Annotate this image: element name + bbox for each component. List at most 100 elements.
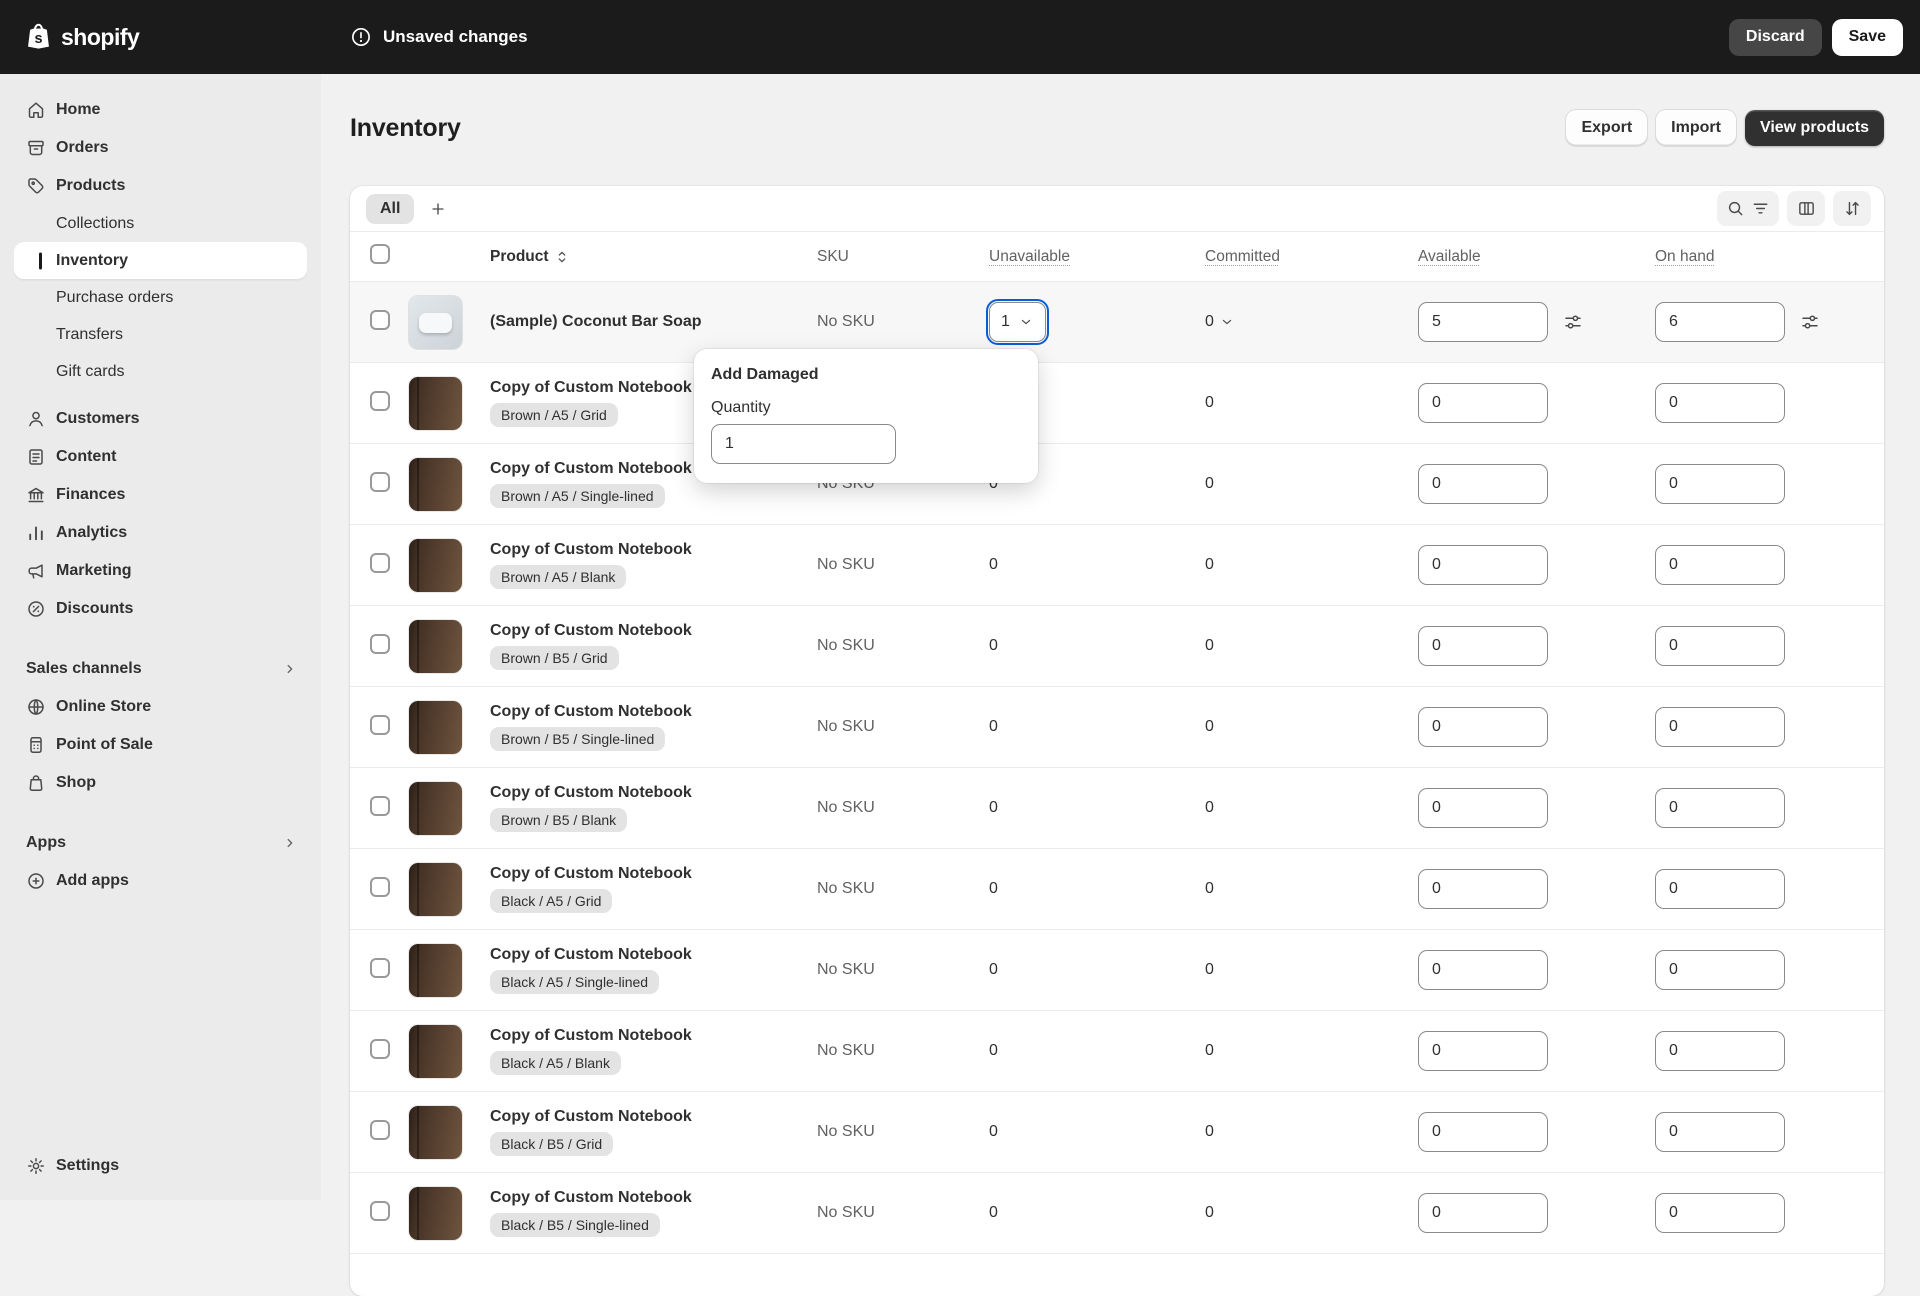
product-name-link[interactable]: Copy of Custom Notebook xyxy=(490,379,692,397)
sidebar-section-apps[interactable]: Apps xyxy=(14,824,307,862)
product-name-link[interactable]: Copy of Custom Notebook xyxy=(490,1027,692,1045)
available-input[interactable] xyxy=(1418,1031,1548,1071)
sidebar-item-gift-cards[interactable]: Gift cards xyxy=(14,353,307,390)
select-all-checkbox[interactable] xyxy=(370,244,390,264)
committed-value: 0 xyxy=(1205,394,1214,411)
row-checkbox[interactable] xyxy=(370,958,390,978)
sidebar-item-customers[interactable]: Customers xyxy=(14,400,307,438)
on-hand-input[interactable] xyxy=(1655,1193,1785,1233)
row-checkbox[interactable] xyxy=(370,634,390,654)
committed-dropdown[interactable]: 0 xyxy=(1205,313,1235,331)
column-header-committed[interactable]: Committed xyxy=(1205,248,1280,266)
sidebar-item-transfers[interactable]: Transfers xyxy=(14,316,307,353)
add-view-button[interactable] xyxy=(422,193,454,225)
sidebar-item-label: Purchase orders xyxy=(56,289,173,307)
sidebar-item-marketing[interactable]: Marketing xyxy=(14,552,307,590)
column-header-unavailable[interactable]: Unavailable xyxy=(989,248,1070,266)
adjust-quantity-button[interactable] xyxy=(1800,312,1820,332)
available-input[interactable] xyxy=(1418,626,1548,666)
product-name-link[interactable]: Copy of Custom Notebook xyxy=(490,865,692,883)
view-products-button[interactable]: View products xyxy=(1745,110,1884,146)
row-checkbox[interactable] xyxy=(370,877,390,897)
sidebar-section-sales-channels[interactable]: Sales channels xyxy=(14,650,307,688)
product-name-link[interactable]: Copy of Custom Notebook xyxy=(490,946,692,964)
column-header-product[interactable]: Product xyxy=(490,248,817,266)
row-checkbox[interactable] xyxy=(370,472,390,492)
on-hand-input[interactable] xyxy=(1655,788,1785,828)
row-checkbox[interactable] xyxy=(370,1120,390,1140)
available-input[interactable] xyxy=(1418,545,1548,585)
row-checkbox[interactable] xyxy=(370,310,390,330)
row-checkbox[interactable] xyxy=(370,1039,390,1059)
discard-button[interactable]: Discard xyxy=(1729,19,1822,56)
available-input[interactable] xyxy=(1418,950,1548,990)
search-filter-button[interactable] xyxy=(1717,191,1779,226)
column-header-available[interactable]: Available xyxy=(1418,248,1481,266)
row-checkbox[interactable] xyxy=(370,391,390,411)
on-hand-input[interactable] xyxy=(1655,545,1785,585)
row-checkbox[interactable] xyxy=(370,796,390,816)
sidebar-item-home[interactable]: Home xyxy=(14,91,307,129)
tab-all[interactable]: All xyxy=(366,194,414,224)
sidebar-item-purchase-orders[interactable]: Purchase orders xyxy=(14,279,307,316)
sidebar-item-orders[interactable]: Orders xyxy=(14,129,307,167)
sidebar-item-collections[interactable]: Collections xyxy=(14,205,307,242)
sidebar-item-shop[interactable]: Shop xyxy=(14,764,307,802)
column-header-on-hand[interactable]: On hand xyxy=(1655,248,1714,266)
product-name-link[interactable]: Copy of Custom Notebook xyxy=(490,784,692,802)
available-input[interactable] xyxy=(1418,788,1548,828)
available-input[interactable] xyxy=(1418,302,1548,342)
sku-cell: No SKU xyxy=(817,1123,989,1141)
row-checkbox[interactable] xyxy=(370,715,390,735)
sidebar-item-inventory[interactable]: Inventory xyxy=(14,242,307,279)
on-hand-input[interactable] xyxy=(1655,302,1785,342)
available-input[interactable] xyxy=(1418,707,1548,747)
sidebar-item-finances[interactable]: Finances xyxy=(14,476,307,514)
table-row: Copy of Custom NotebookBrown / B5 / Blan… xyxy=(350,768,1884,849)
product-name-link[interactable]: Copy of Custom Notebook xyxy=(490,622,692,640)
row-checkbox[interactable] xyxy=(370,1201,390,1221)
available-input[interactable] xyxy=(1418,383,1548,423)
unavailable-value: 0 xyxy=(989,961,998,978)
sort-button[interactable] xyxy=(1833,191,1871,226)
quantity-input[interactable] xyxy=(711,424,896,464)
on-hand-input[interactable] xyxy=(1655,1031,1785,1071)
product-name-link[interactable]: Copy of Custom Notebook xyxy=(490,460,692,478)
on-hand-input[interactable] xyxy=(1655,707,1785,747)
columns-button[interactable] xyxy=(1787,191,1825,226)
available-input[interactable] xyxy=(1418,1112,1548,1152)
sidebar-item-add-apps[interactable]: Add apps xyxy=(14,862,307,900)
on-hand-input[interactable] xyxy=(1655,869,1785,909)
table-row: Copy of Custom NotebookBrown / B5 / Grid… xyxy=(350,606,1884,687)
sidebar-item-point-of-sale[interactable]: Point of Sale xyxy=(14,726,307,764)
product-name-link[interactable]: Copy of Custom Notebook xyxy=(490,541,692,559)
row-checkbox[interactable] xyxy=(370,553,390,573)
sidebar-item-online-store[interactable]: Online Store xyxy=(14,688,307,726)
available-input[interactable] xyxy=(1418,464,1548,504)
on-hand-input[interactable] xyxy=(1655,626,1785,666)
sidebar-item-products[interactable]: Products xyxy=(14,167,307,205)
save-button[interactable]: Save xyxy=(1832,19,1903,56)
on-hand-input[interactable] xyxy=(1655,383,1785,423)
on-hand-input[interactable] xyxy=(1655,464,1785,504)
import-button[interactable]: Import xyxy=(1656,110,1736,146)
on-hand-input[interactable] xyxy=(1655,950,1785,990)
sidebar-item-settings[interactable]: Settings xyxy=(14,1146,307,1186)
shopify-logo[interactable]: s shopify xyxy=(0,22,321,52)
committed-value: 0 xyxy=(1205,718,1214,735)
available-input[interactable] xyxy=(1418,869,1548,909)
product-name-link[interactable]: Copy of Custom Notebook xyxy=(490,1189,692,1207)
sidebar-item-analytics[interactable]: Analytics xyxy=(14,514,307,552)
unavailable-dropdown[interactable]: 1 xyxy=(989,302,1046,342)
sidebar-item-discounts[interactable]: Discounts xyxy=(14,590,307,628)
product-name-link[interactable]: (Sample) Coconut Bar Soap xyxy=(490,313,702,331)
available-input[interactable] xyxy=(1418,1193,1548,1233)
product-name-link[interactable]: Copy of Custom Notebook xyxy=(490,703,692,721)
product-name-link[interactable]: Copy of Custom Notebook xyxy=(490,1108,692,1126)
on-hand-input[interactable] xyxy=(1655,1112,1785,1152)
adjust-quantity-button[interactable] xyxy=(1563,312,1583,332)
variant-badge: Black / A5 / Blank xyxy=(490,1051,621,1075)
sidebar-item-content[interactable]: Content xyxy=(14,438,307,476)
sidebar-item-label: Analytics xyxy=(56,524,127,542)
export-button[interactable]: Export xyxy=(1566,110,1647,146)
